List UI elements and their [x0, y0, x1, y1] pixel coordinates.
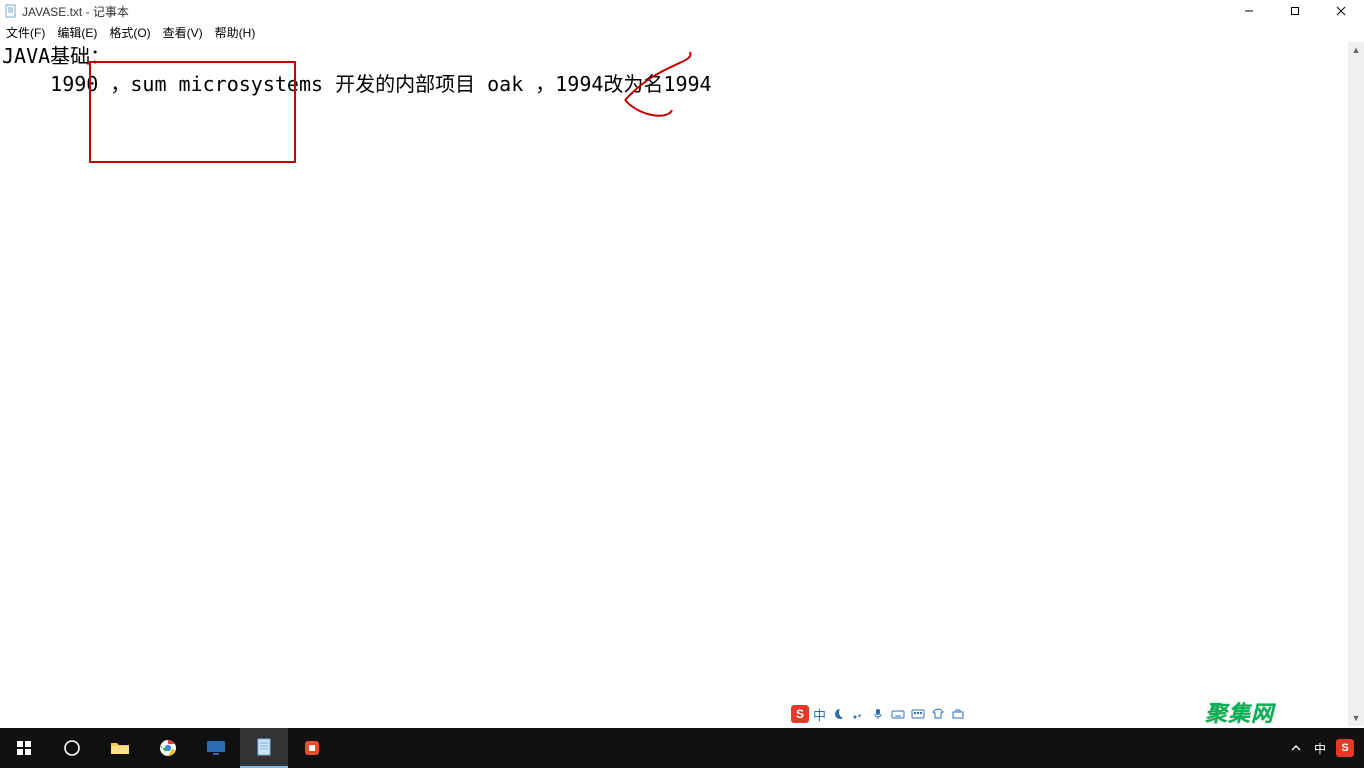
- window-title: JAVASE.txt - 记事本: [22, 3, 129, 20]
- chrome-icon: [159, 739, 177, 757]
- cortana-button[interactable]: [48, 728, 96, 768]
- ime-mode-text[interactable]: 中: [813, 705, 826, 724]
- editor-area: JAVA基础： 1990 ，sum microsystems 开发的内部项目 o…: [0, 42, 1364, 726]
- maximize-button[interactable]: [1272, 0, 1318, 22]
- taskbar-right: 中 S: [1282, 728, 1364, 768]
- menu-file[interactable]: 文件(F): [6, 24, 45, 41]
- recorder-app-icon: [303, 739, 321, 757]
- notepad-app-icon: [256, 738, 272, 756]
- minimize-button[interactable]: [1226, 0, 1272, 22]
- taskbar-app-notepad[interactable]: [240, 728, 288, 768]
- cortana-circle-icon: [63, 739, 81, 757]
- monitor-app-icon: [206, 740, 226, 756]
- window-controls: [1226, 0, 1364, 22]
- titlebar[interactable]: JAVASE.txt - 记事本: [0, 0, 1364, 22]
- taskbar-app-recorder[interactable]: [288, 728, 336, 768]
- taskbar-app-monitor[interactable]: [192, 728, 240, 768]
- editor-line-2: 1990 ，sum microsystems 开发的内部项目 oak ，1994…: [2, 72, 712, 96]
- taskbar-app-file-explorer[interactable]: [96, 728, 144, 768]
- vertical-scrollbar[interactable]: ▲ ▼: [1348, 42, 1364, 726]
- editor-line-1: JAVA基础：: [2, 44, 110, 68]
- scroll-down-arrow[interactable]: ▼: [1348, 710, 1364, 726]
- close-button[interactable]: [1318, 0, 1364, 22]
- start-button[interactable]: [0, 728, 48, 768]
- windows-start-icon: [16, 740, 32, 756]
- taskbar: 中 S: [0, 728, 1364, 768]
- ime-toolbar[interactable]: S 中: [791, 703, 966, 725]
- menu-format[interactable]: 格式(O): [109, 24, 150, 41]
- menu-edit[interactable]: 编辑(E): [57, 24, 97, 41]
- sogou-icon: S: [1336, 739, 1354, 757]
- taskbar-app-chrome[interactable]: [144, 728, 192, 768]
- scroll-up-arrow[interactable]: ▲: [1348, 42, 1364, 58]
- clothes-icon[interactable]: [930, 706, 946, 722]
- notepad-icon: [4, 4, 18, 18]
- tray-ime-text[interactable]: 中: [1312, 728, 1328, 768]
- sogou-logo-icon[interactable]: S: [791, 705, 809, 723]
- menu-help[interactable]: 帮助(H): [215, 24, 256, 41]
- menu-view[interactable]: 查看(V): [163, 24, 203, 41]
- soft-keyboard-icon[interactable]: [910, 706, 926, 722]
- toolbox-icon[interactable]: [950, 706, 966, 722]
- menubar: 文件(F) 编辑(E) 格式(O) 查看(V) 帮助(H): [0, 22, 1364, 42]
- text-editor[interactable]: JAVA基础： 1990 ，sum microsystems 开发的内部项目 o…: [0, 42, 1348, 726]
- tray-sogou-icon[interactable]: S: [1336, 728, 1354, 768]
- moon-icon[interactable]: [830, 706, 846, 722]
- tray-chevron-up-icon[interactable]: [1288, 728, 1304, 768]
- notepad-window: JAVASE.txt - 记事本 文件(F) 编辑(E) 格式(O) 查看(V)…: [0, 0, 1364, 768]
- keyboard-icon[interactable]: [890, 706, 906, 722]
- punct-icon[interactable]: [850, 706, 866, 722]
- taskbar-left: [0, 728, 336, 768]
- file-explorer-icon: [110, 740, 130, 756]
- mic-icon[interactable]: [870, 706, 886, 722]
- system-tray: 中 S: [1282, 728, 1360, 768]
